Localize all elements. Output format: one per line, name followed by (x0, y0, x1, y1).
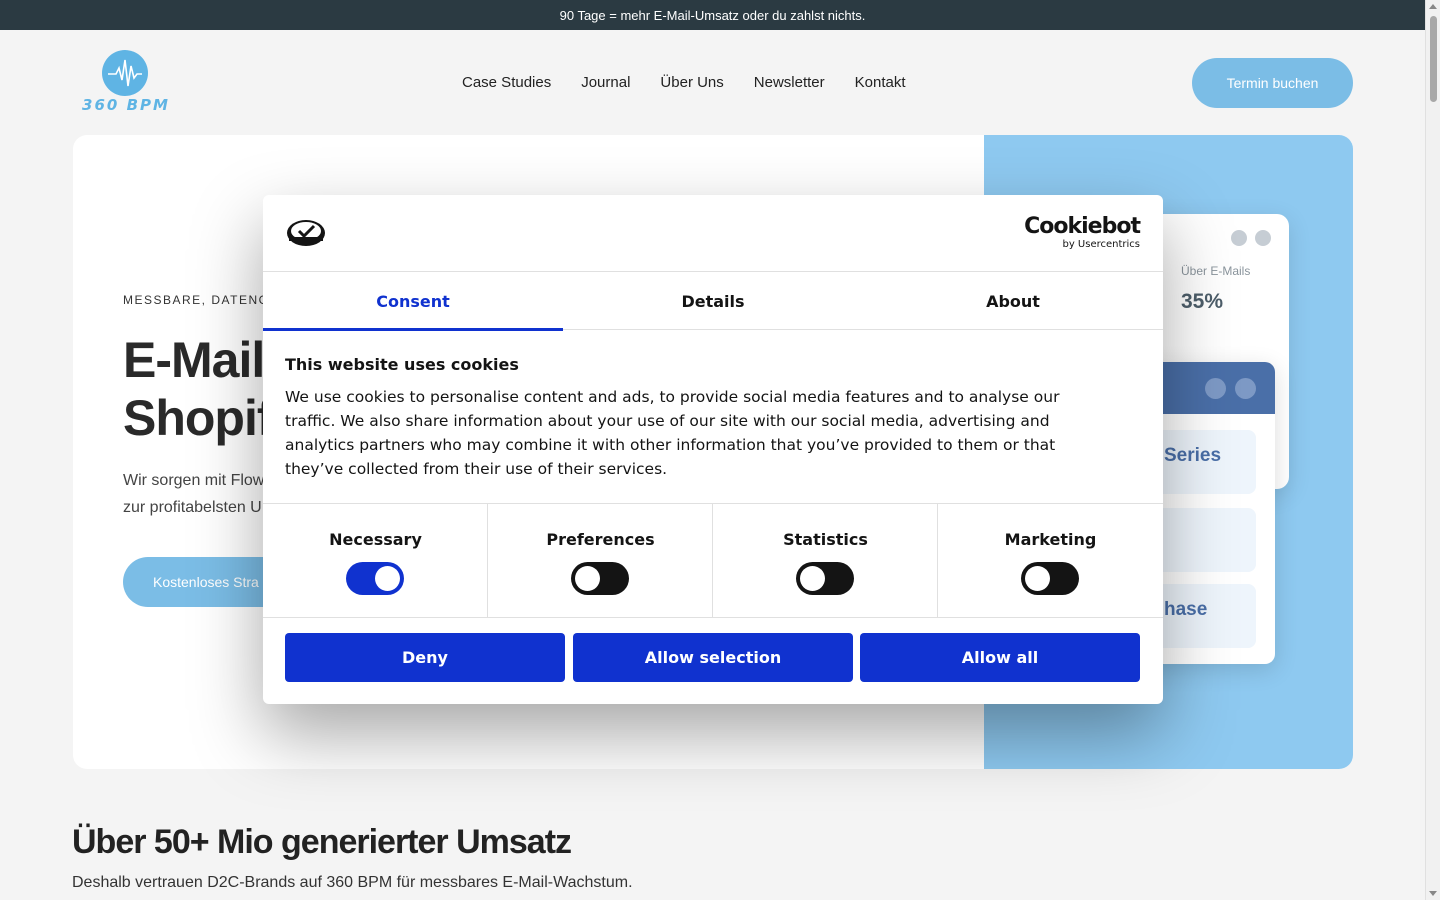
tab-consent[interactable]: Consent (263, 272, 563, 331)
nav-kontakt[interactable]: Kontakt (855, 74, 906, 91)
site-header: 360 BPM Case Studies Journal Über Uns Ne… (0, 30, 1425, 135)
cookie-description: We use cookies to personalise content an… (285, 388, 1060, 478)
book-appointment-button[interactable]: Termin buchen (1192, 58, 1353, 108)
allow-all-button[interactable]: Allow all (860, 633, 1140, 682)
announcement-text: 90 Tage = mehr E-Mail-Umsatz oder du zah… (559, 7, 866, 23)
scroll-down-icon[interactable] (1429, 891, 1437, 896)
nav-case-studies[interactable]: Case Studies (462, 74, 551, 91)
cookie-logo-icon (285, 217, 327, 249)
logo-heartbeat-icon (102, 50, 148, 96)
cookie-consent-dialog: Cookiebot by Usercentrics Consent Detail… (263, 195, 1163, 704)
category-label: Preferences (546, 530, 655, 549)
cookiebot-brand[interactable]: Cookiebot by Usercentrics (1024, 214, 1141, 251)
scrollbar-thumb[interactable] (1430, 16, 1437, 102)
category-label: Necessary (329, 530, 422, 549)
cookiebot-brand-sub: by Usercentrics (1062, 239, 1140, 250)
category-marketing: Marketing (938, 504, 1163, 617)
deny-button[interactable]: Deny (285, 633, 565, 682)
cookiebot-wordmark: Cookiebot (1024, 214, 1141, 239)
category-label: Statistics (783, 530, 868, 549)
cookie-tabs: Consent Details About (263, 272, 1163, 331)
logo-wordmark: 360 BPM (82, 96, 170, 114)
category-label: Marketing (1004, 530, 1097, 549)
page-scrollbar[interactable] (1425, 0, 1440, 900)
mock-stat-value: 35% (1181, 290, 1224, 313)
allow-selection-button[interactable]: Allow selection (573, 633, 853, 682)
statistics-toggle[interactable] (796, 562, 854, 595)
category-preferences: Preferences (488, 504, 713, 617)
nav-ueber-uns[interactable]: Über Uns (660, 74, 723, 91)
revenue-section-title: Über 50+ Mio generierter Umsatz (72, 823, 572, 861)
tab-about[interactable]: About (863, 272, 1163, 330)
dot-icon (1205, 378, 1226, 399)
dot-icon (1235, 378, 1256, 399)
cookie-heading: This website uses cookies (285, 355, 519, 374)
nav-journal[interactable]: Journal (581, 74, 630, 91)
revenue-section-subtitle: Deshalb vertrauen D2C-Brands auf 360 BPM… (72, 874, 633, 891)
nav-newsletter[interactable]: Newsletter (754, 74, 825, 91)
preferences-toggle[interactable] (571, 562, 629, 595)
necessary-toggle[interactable] (346, 562, 404, 595)
main-nav: Case Studies Journal Über Uns Newsletter… (462, 74, 906, 91)
cookie-dialog-body: This website uses cookies We use cookies… (285, 355, 1105, 481)
settings-icon (1255, 230, 1271, 246)
announcement-bar: 90 Tage = mehr E-Mail-Umsatz oder du zah… (0, 0, 1425, 30)
category-statistics: Statistics (713, 504, 938, 617)
site-logo[interactable]: 360 BPM (76, 50, 176, 120)
scroll-up-icon[interactable] (1429, 4, 1437, 9)
cookie-categories: Necessary Preferences Statistics Marketi… (263, 503, 1163, 618)
hero-eyebrow: MESSBARE, DATENGE (123, 293, 279, 307)
gear-icon (1231, 230, 1247, 246)
tab-details[interactable]: Details (563, 272, 863, 330)
marketing-toggle[interactable] (1021, 562, 1079, 595)
cookie-dialog-header: Cookiebot by Usercentrics (263, 195, 1163, 272)
mock-stat-label: Über E-Mails (1181, 264, 1251, 278)
category-necessary: Necessary (263, 504, 488, 617)
